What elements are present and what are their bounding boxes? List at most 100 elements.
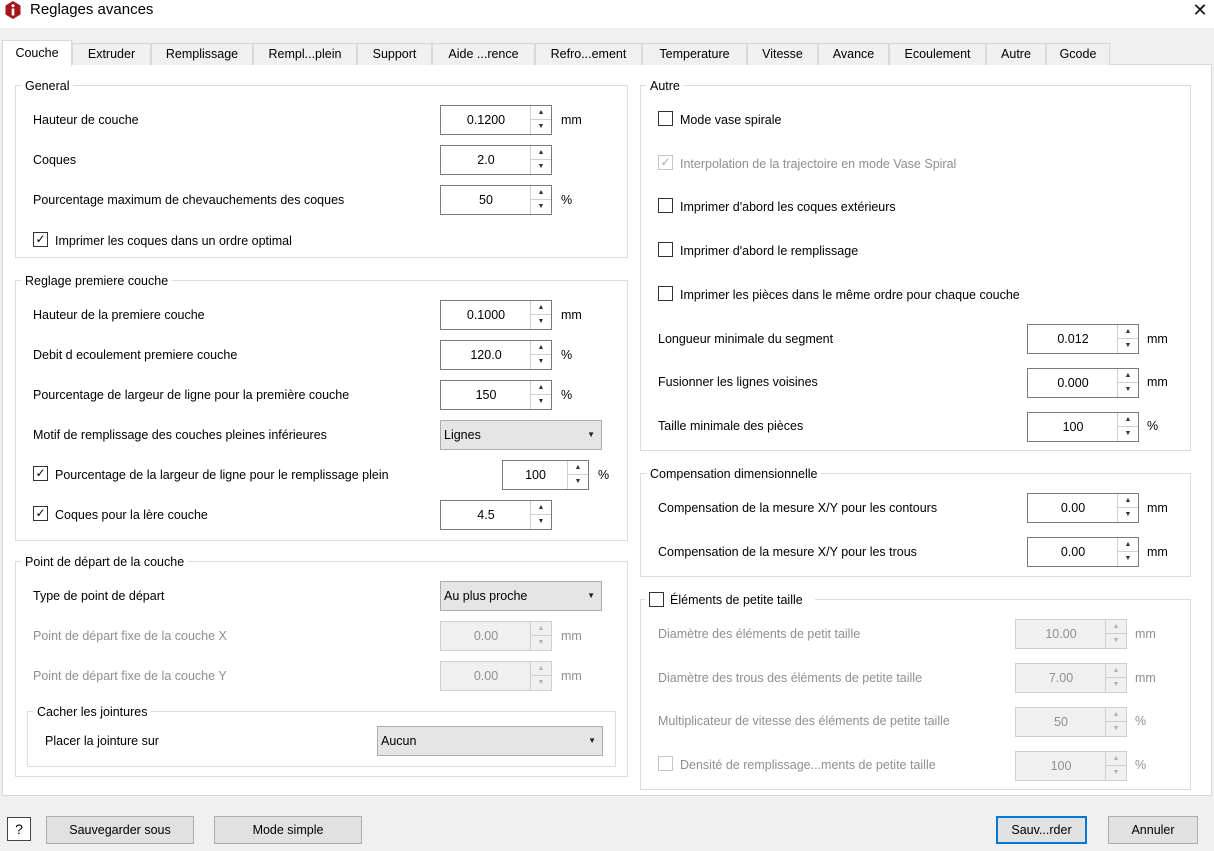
spiral-checkbox[interactable] <box>658 111 673 126</box>
spin-down-icon[interactable]: ▼ <box>1118 427 1138 441</box>
spin-down-icon[interactable]: ▼ <box>531 676 551 690</box>
tab-aide-adherence[interactable]: Aide ...rence <box>432 43 535 65</box>
small-density-checkbox[interactable] <box>658 756 673 771</box>
spin-up-icon[interactable]: ▲ <box>1118 494 1138 508</box>
same-order-checkbox[interactable] <box>658 286 673 301</box>
tab-remplissage-plein[interactable]: Rempl...plein <box>253 43 357 65</box>
tab-couche[interactable]: Couche <box>2 40 72 66</box>
spin-down-icon[interactable]: ▼ <box>531 355 551 369</box>
solid-width-checkbox[interactable]: ✓ <box>33 466 48 481</box>
spin-up-icon[interactable]: ▲ <box>531 146 551 160</box>
optimal-order-checkbox[interactable]: ✓ <box>33 232 48 247</box>
spin-down-icon[interactable]: ▼ <box>531 315 551 329</box>
spin-down-icon[interactable]: ▼ <box>1118 508 1138 522</box>
layer-height-unit: mm <box>561 113 582 127</box>
infill-first-checkbox[interactable] <box>658 242 673 257</box>
start-type-select[interactable]: Au plus proche ▼ <box>440 581 602 611</box>
spin-up-icon[interactable]: ▲ <box>531 501 551 515</box>
seam-select[interactable]: Aucun ▼ <box>377 726 603 756</box>
spin-up-icon[interactable]: ▲ <box>568 461 588 475</box>
tab-vitesse[interactable]: Vitesse <box>747 43 818 65</box>
spin-up-icon[interactable]: ▲ <box>1118 325 1138 339</box>
first-layer-height-spinbox[interactable]: 0.1000 ▲ ▼ <box>440 300 552 330</box>
tab-support[interactable]: Support <box>357 43 432 65</box>
spin-down-icon[interactable]: ▼ <box>568 475 588 489</box>
min-segment-unit: mm <box>1147 332 1168 346</box>
small-diameter-value: 10.00 <box>1045 627 1077 641</box>
small-density-spinbox[interactable]: 100 ▲ ▼ <box>1015 751 1127 781</box>
spin-down-icon[interactable]: ▼ <box>1106 766 1126 780</box>
tab-remplissage[interactable]: Remplissage <box>151 43 253 65</box>
close-icon[interactable]: ✕ <box>1186 0 1214 20</box>
spin-down-icon[interactable]: ▼ <box>1118 383 1138 397</box>
outer-first-checkbox[interactable] <box>658 198 673 213</box>
bottom-pattern-select[interactable]: Lignes ▼ <box>440 420 602 450</box>
xy-contours-spinbox[interactable]: 0.00 ▲ ▼ <box>1027 493 1139 523</box>
spin-down-icon[interactable]: ▼ <box>531 200 551 214</box>
small-features-checkbox[interactable] <box>649 592 664 607</box>
spin-down-icon[interactable]: ▼ <box>531 636 551 650</box>
first-layer-line-width-spinbox[interactable]: 150 ▲ ▼ <box>440 380 552 410</box>
window-title: Reglages avances <box>30 1 154 18</box>
spin-up-icon[interactable]: ▲ <box>1106 620 1126 634</box>
first-layer-flow-label: Debit d ecoulement premiere couche <box>33 348 238 362</box>
spin-down-icon[interactable]: ▼ <box>531 515 551 529</box>
spin-down-icon[interactable]: ▼ <box>1106 722 1126 736</box>
spin-down-icon[interactable]: ▼ <box>1118 339 1138 353</box>
spin-up-icon[interactable]: ▲ <box>531 381 551 395</box>
small-diameter-spinbox[interactable]: 10.00 ▲ ▼ <box>1015 619 1127 649</box>
shells-spinbox[interactable]: 2.0 ▲ ▼ <box>440 145 552 175</box>
fixed-x-spinbox[interactable]: 0.00 ▲ ▼ <box>440 621 552 651</box>
cancel-button[interactable]: Annuler <box>1108 816 1198 844</box>
tab-refroidissement[interactable]: Refro...ement <box>535 43 642 65</box>
fixed-y-unit: mm <box>561 669 582 683</box>
tab-gcode[interactable]: Gcode <box>1046 43 1110 65</box>
xy-holes-label: Compensation de la mesure X/Y pour les t… <box>658 545 917 559</box>
spin-up-icon[interactable]: ▲ <box>531 622 551 636</box>
title-bar <box>0 0 1214 28</box>
tab-extruder[interactable]: Extruder <box>72 43 151 65</box>
spin-up-icon[interactable]: ▲ <box>531 106 551 120</box>
spin-up-icon[interactable]: ▲ <box>531 301 551 315</box>
overlap-spinbox[interactable]: 50 ▲ ▼ <box>440 185 552 215</box>
spin-down-icon[interactable]: ▼ <box>531 395 551 409</box>
min-part-spinbox[interactable]: 100 ▲ ▼ <box>1027 412 1139 442</box>
spin-up-icon[interactable]: ▲ <box>1106 752 1126 766</box>
save-as-button[interactable]: Sauvegarder sous <box>46 816 194 844</box>
spin-up-icon[interactable]: ▲ <box>1118 369 1138 383</box>
first-layer-flow-value: 120.0 <box>470 348 502 362</box>
help-button[interactable]: ? <box>7 817 31 841</box>
layer-height-spinbox[interactable]: 0.1200 ▲ ▼ <box>440 105 552 135</box>
small-hole-diameter-spinbox[interactable]: 7.00 ▲ ▼ <box>1015 663 1127 693</box>
tab-ecoulement[interactable]: Ecoulement <box>889 43 986 65</box>
spin-down-icon[interactable]: ▼ <box>531 120 551 134</box>
spin-up-icon[interactable]: ▲ <box>1106 708 1126 722</box>
spin-up-icon[interactable]: ▲ <box>531 341 551 355</box>
simple-mode-button[interactable]: Mode simple <box>214 816 362 844</box>
spin-up-icon[interactable]: ▲ <box>531 186 551 200</box>
spin-down-icon[interactable]: ▼ <box>1106 678 1126 692</box>
tab-avance[interactable]: Avance <box>818 43 889 65</box>
save-button[interactable]: Sauv...rder <box>996 816 1087 844</box>
small-speed-spinbox[interactable]: 50 ▲ ▼ <box>1015 707 1127 737</box>
spin-up-icon[interactable]: ▲ <box>1106 664 1126 678</box>
spin-up-icon[interactable]: ▲ <box>1118 538 1138 552</box>
spin-up-icon[interactable]: ▲ <box>1118 413 1138 427</box>
solid-width-spinbox[interactable]: 100 ▲ ▼ <box>502 460 589 490</box>
spin-up-icon[interactable]: ▲ <box>531 662 551 676</box>
tab-autre[interactable]: Autre <box>986 43 1046 65</box>
first-shells-spinbox[interactable]: 4.5 ▲ ▼ <box>440 500 552 530</box>
merge-lines-spinbox[interactable]: 0.000 ▲ ▼ <box>1027 368 1139 398</box>
tab-temperature[interactable]: Temperature <box>642 43 747 65</box>
fixed-y-spinbox[interactable]: 0.00 ▲ ▼ <box>440 661 552 691</box>
spin-down-icon[interactable]: ▼ <box>1118 552 1138 566</box>
optimal-order-label: Imprimer les coques dans un ordre optima… <box>55 234 292 248</box>
spiral-interp-checkbox[interactable]: ✓ <box>658 155 673 170</box>
first-layer-line-width-value: 150 <box>475 388 497 402</box>
xy-holes-spinbox[interactable]: 0.00 ▲ ▼ <box>1027 537 1139 567</box>
first-shells-checkbox[interactable]: ✓ <box>33 506 48 521</box>
spin-down-icon[interactable]: ▼ <box>531 160 551 174</box>
min-segment-spinbox[interactable]: 0.012 ▲ ▼ <box>1027 324 1139 354</box>
first-layer-flow-spinbox[interactable]: 120.0 ▲ ▼ <box>440 340 552 370</box>
spin-down-icon[interactable]: ▼ <box>1106 634 1126 648</box>
